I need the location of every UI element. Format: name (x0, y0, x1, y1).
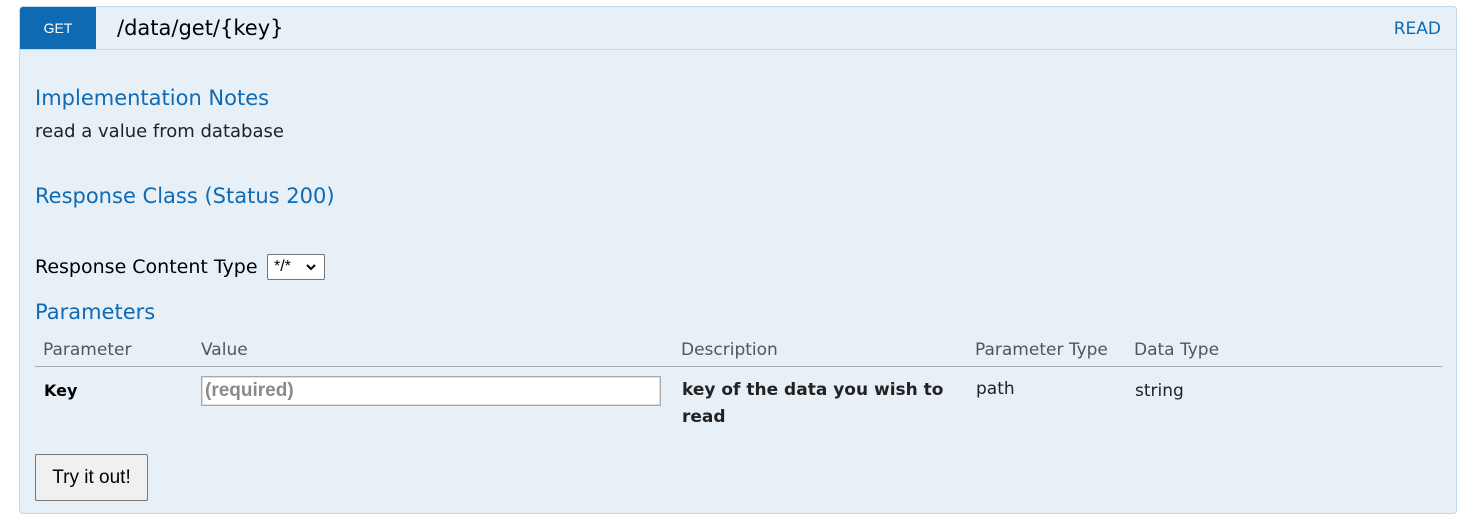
response-content-type-value: */* (274, 258, 291, 275)
http-method-badge[interactable]: GET (20, 7, 96, 49)
parameter-type: path (976, 379, 1015, 399)
endpoint-path-link[interactable]: /data/get/{key} (117, 14, 284, 42)
implementation-notes-heading: Implementation Notes (35, 86, 270, 110)
column-header-parameter: Parameter (43, 340, 132, 360)
operation-summary-link[interactable]: READ (1394, 18, 1441, 40)
column-header-parameter-type: Parameter Type (975, 340, 1108, 360)
response-content-type-select[interactable]: */* (267, 254, 325, 280)
operation-heading[interactable]: GET /data/get/{key} READ (20, 7, 1456, 50)
column-header-data-type: Data Type (1134, 340, 1220, 360)
parameters-heading: Parameters (35, 300, 156, 324)
response-content-type-label: Response Content Type (35, 256, 258, 278)
chevron-down-icon (306, 264, 316, 271)
implementation-notes-text: read a value from database (35, 121, 284, 142)
column-header-description: Description (681, 340, 778, 360)
operation-panel: GET /data/get/{key} READ Implementation … (19, 6, 1457, 514)
response-class-heading: Response Class (Status 200) (35, 184, 335, 208)
parameter-data-type: string (1135, 381, 1184, 401)
try-it-out-button[interactable]: Try it out! (35, 454, 148, 501)
parameters-table-header: Parameter Value Description Parameter Ty… (35, 337, 1442, 367)
parameter-description: key of the data you wish to read (682, 380, 944, 427)
column-header-value: Value (201, 340, 248, 360)
parameter-name: Key (44, 381, 78, 400)
key-value-input[interactable] (201, 376, 661, 406)
